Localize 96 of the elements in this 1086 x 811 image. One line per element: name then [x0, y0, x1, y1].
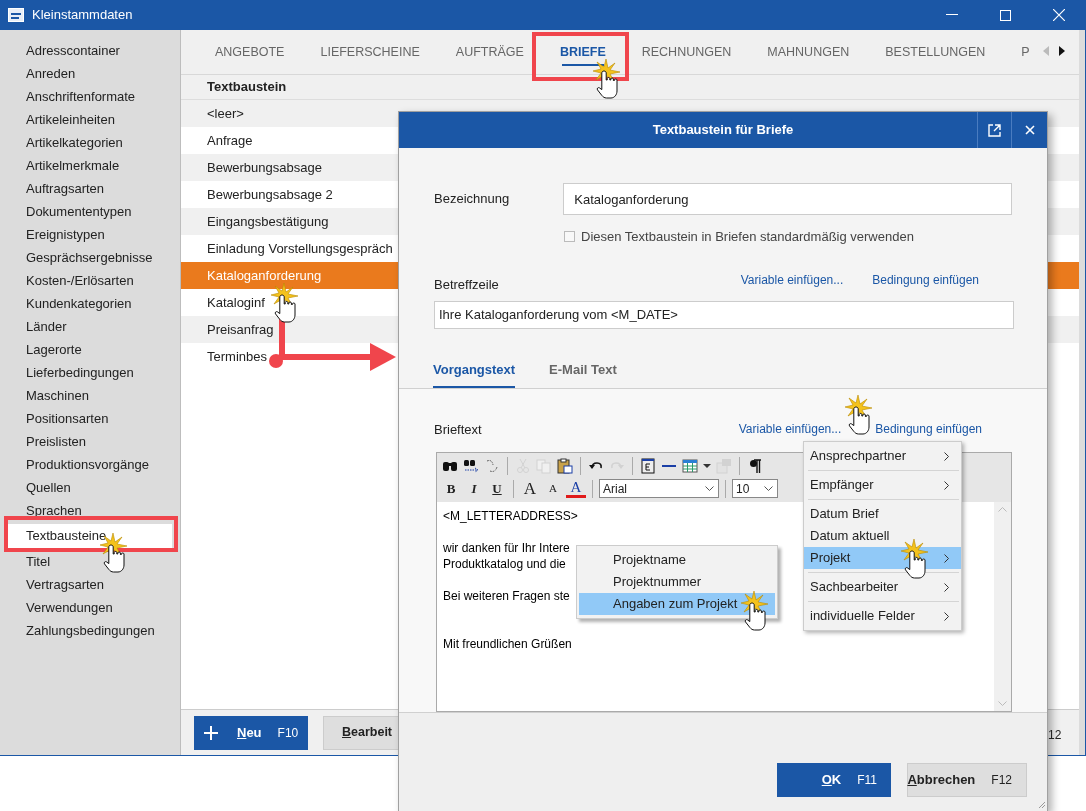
- sidebar-item[interactable]: Quellen: [0, 476, 180, 499]
- window-title: Kleinstammdaten: [32, 6, 133, 25]
- sidebar-item[interactable]: Länder: [0, 315, 180, 338]
- size-dropdown[interactable]: 10: [732, 479, 778, 498]
- sidebar-item[interactable]: Positionsarten: [0, 407, 180, 430]
- app-icon: [8, 8, 24, 22]
- sidebar-item[interactable]: Sprachen: [0, 499, 180, 522]
- text-line: Bei weiteren Fragen ste: [443, 588, 570, 604]
- sidebar-item[interactable]: Artikelmerkmale: [0, 154, 180, 177]
- tab[interactable]: E-Mail Text: [549, 353, 617, 388]
- link[interactable]: Bedingung einfügen: [872, 270, 979, 289]
- sidebar-item[interactable]: Ereignistypen: [0, 223, 180, 246]
- tab[interactable]: BRIEFE: [541, 30, 624, 74]
- sidebar-item[interactable]: Auftragsarten: [0, 177, 180, 200]
- column-header: Textbaustein: [181, 75, 1079, 100]
- chevron-down-icon: [764, 486, 773, 491]
- field-label: Bezeichnung: [434, 190, 511, 209]
- underline-button[interactable]: U: [487, 479, 507, 498]
- dialog-title: Textbaustein für Briefe: [652, 121, 794, 140]
- checkbox[interactable]: [564, 231, 575, 243]
- font-color-button[interactable]: A: [566, 479, 586, 498]
- sidebar-item[interactable]: Textbausteine: [8, 524, 172, 548]
- text-line: Mit freundlichen Grüßen: [443, 636, 572, 652]
- sidebar-item[interactable]: Dokumententypen: [0, 200, 180, 223]
- font-dropdown[interactable]: Arial: [599, 479, 719, 498]
- checkbox-label: Diesen Textbaustein in Briefen standardmäßig verwenden: [581, 228, 914, 246]
- tab[interactable]: MAHNUNGEN: [749, 30, 868, 74]
- bold-button[interactable]: B: [441, 479, 461, 498]
- minimize-icon[interactable]: [946, 14, 958, 16]
- tab[interactable]: AUFTRÄGE: [437, 30, 542, 74]
- edit-button[interactable]: Bearbeit: [323, 715, 399, 750]
- close-icon[interactable]: [1053, 9, 1065, 21]
- sidebar-item[interactable]: Adresscontainer: [0, 39, 180, 62]
- menu-item[interactable]: Sachbearbeiter: [804, 576, 961, 598]
- menu-item[interactable]: Empfänger: [804, 474, 961, 496]
- italic-button[interactable]: I: [464, 479, 484, 498]
- tab[interactable]: BESTELLUNGEN: [867, 30, 1004, 74]
- tab[interactable]: LIEFERSCHEINE: [302, 30, 438, 74]
- tab[interactable]: P: [1003, 30, 1048, 74]
- sidebar-item[interactable]: Kundenkategorien: [0, 292, 180, 315]
- shrink-font-button[interactable]: A: [543, 479, 563, 498]
- sidebar-item[interactable]: Gesprächsergebnisse: [0, 246, 180, 269]
- menu-item[interactable]: Datum aktuell: [804, 525, 961, 547]
- sidebar-item[interactable]: Kosten-/Erlösarten: [0, 269, 180, 292]
- tab[interactable]: Vorgangstext: [433, 353, 516, 388]
- scroll-right-icon[interactable]: [1059, 46, 1065, 56]
- text-line: <M_LETTERADDRESS>: [443, 508, 578, 524]
- menu-item[interactable]: Angaben zum Projekt: [579, 593, 775, 615]
- sidebar-item[interactable]: Produktionsvorgänge: [0, 453, 180, 476]
- sidebar-item[interactable]: Lagerorte: [0, 338, 180, 361]
- new-button[interactable]: Neu F10: [194, 715, 308, 750]
- binoculars-arrow-icon[interactable]: [462, 458, 480, 474]
- subject-field[interactable]: Ihre Kataloganforderung vom <M_DATE>: [434, 300, 1014, 329]
- resize-grip-icon[interactable]: [1036, 799, 1046, 809]
- external-link-icon: [988, 123, 1001, 137]
- maximize-icon[interactable]: [1000, 9, 1011, 21]
- menu-item[interactable]: individuelle Felder: [804, 605, 961, 627]
- sidebar-item[interactable]: Artikelkategorien: [0, 131, 180, 154]
- sidebar-item[interactable]: Verwendungen: [0, 596, 180, 619]
- sidebar-item[interactable]: Preislisten: [0, 430, 180, 453]
- sidebar-item[interactable]: Anschriftenformate: [0, 85, 180, 108]
- field-icon[interactable]: [639, 458, 657, 474]
- chevron-down-icon: [705, 486, 714, 491]
- click-cursor-icon: [592, 58, 622, 100]
- click-cursor-icon: [844, 394, 874, 436]
- table-icon[interactable]: [681, 458, 699, 474]
- close-icon: [1024, 125, 1035, 135]
- menu-item[interactable]: Datum Brief: [804, 503, 961, 525]
- clipboard-icon[interactable]: [556, 458, 574, 474]
- menu-item[interactable]: Projektnummer: [579, 571, 775, 593]
- text-line: wir danken für Ihr Intere: [443, 540, 570, 556]
- grow-font-button[interactable]: A: [520, 479, 540, 498]
- text-line: Produktkatalog und die: [443, 556, 566, 572]
- cancel-button[interactable]: Abbrechen F12: [907, 762, 1027, 797]
- plus-icon: [204, 725, 218, 740]
- click-cursor-icon: [900, 538, 930, 580]
- sidebar-item[interactable]: Zahlungsbedingungen: [0, 619, 180, 642]
- menu-item[interactable]: Projektname: [579, 549, 775, 571]
- shortcut-label: 12: [1048, 727, 1063, 744]
- link[interactable]: Bedingung einfügen: [875, 420, 982, 439]
- sidebar-item[interactable]: Lieferbedingungen: [0, 361, 180, 384]
- sidebar-item[interactable]: Maschinen: [0, 384, 180, 407]
- sidebar-item[interactable]: Artikeleinheiten: [0, 108, 180, 131]
- tab[interactable]: RECHNUNGEN: [623, 30, 750, 74]
- sidebar-item[interactable]: Vertragsarten: [0, 573, 180, 596]
- sidebar-item[interactable]: Titel: [0, 550, 180, 573]
- link[interactable]: Variable einfügen...: [738, 420, 842, 439]
- ok-button[interactable]: OK F11: [777, 762, 891, 797]
- field-label: Brieftext: [434, 420, 483, 439]
- name-field[interactable]: Kataloganforderung: [563, 183, 1012, 215]
- menu-item[interactable]: Ansprechpartner: [804, 445, 961, 467]
- tab[interactable]: ANGEBOTE: [197, 30, 303, 74]
- sidebar-item[interactable]: Anreden: [0, 62, 180, 85]
- click-cursor-icon: [740, 590, 770, 632]
- field-label: Betreffzeile: [434, 276, 500, 294]
- link[interactable]: Variable einfügen...: [740, 270, 844, 289]
